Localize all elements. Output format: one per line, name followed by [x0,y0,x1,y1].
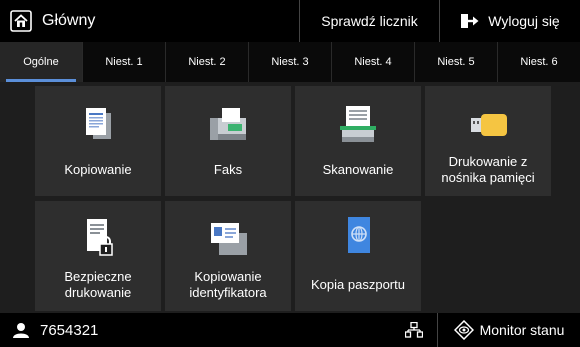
tab-label: Niest. 2 [188,56,226,68]
tab-custom-4[interactable]: Niest. 4 [332,42,415,82]
passport-copy-icon [348,217,370,253]
header-bar: Główny Sprawdź licznik Wyloguj się [0,0,580,42]
function-grid: Kopiowanie Faks Skanowanie Drukowanie z … [35,86,551,312]
tab-label: Ogólne [23,56,59,68]
tile-label: Kopiowanie identyfikatora [189,269,267,300]
tile-label: Kopiowanie [64,162,132,177]
page-title: Główny [42,12,96,29]
tab-label: Niest. 6 [520,56,558,68]
tab-custom-1[interactable]: Niest. 1 [83,42,166,82]
tile-passport-copy[interactable]: Kopia paszportu [295,201,421,311]
tile-fax[interactable]: Faks [165,86,291,196]
tile-copy[interactable]: Kopiowanie [35,86,161,196]
tile-secure-print[interactable]: Bezpieczne drukowanie [35,201,161,311]
home-button[interactable]: Główny [0,0,300,42]
usb-memory-icon [471,114,507,136]
logout-button[interactable]: Wyloguj się [440,0,580,42]
user-info: 7654321 [0,322,390,339]
tile-label: Skanowanie [322,162,394,177]
tile-label: Kopia paszportu [311,277,405,292]
id-card-copy-icon [211,223,247,255]
tile-id-card-copy[interactable]: Kopiowanie identyfikatora [165,201,291,311]
tab-custom-2[interactable]: Niest. 2 [166,42,249,82]
tab-bar: Ogólne Niest. 1 Niest. 2 Niest. 3 Niest.… [0,42,580,82]
status-monitor-label: Monitor stanu [479,322,565,338]
tile-scan[interactable]: Skanowanie [295,86,421,196]
network-status[interactable] [390,313,438,347]
tab-custom-5[interactable]: Niest. 5 [415,42,498,82]
status-monitor-button[interactable]: Monitor stanu [438,320,580,340]
tile-label: Faks [213,162,243,177]
logout-icon [461,14,479,28]
check-counter-button[interactable]: Sprawdź licznik [300,0,440,42]
status-monitor-icon [453,320,474,340]
fax-icon [210,108,246,140]
tab-custom-6[interactable]: Niest. 6 [498,42,580,82]
scan-icon [340,106,376,142]
tab-label: Niest. 5 [437,56,475,68]
tab-custom-3[interactable]: Niest. 3 [249,42,332,82]
tab-general[interactable]: Ogólne [0,42,83,82]
tile-memory-media-print[interactable]: Drukowanie z nośnika pamięci [425,86,551,196]
logout-label: Wyloguj się [488,13,560,29]
status-bar: 7654321 Monitor stanu [0,313,580,347]
home-icon [10,10,32,32]
tab-label: Niest. 1 [105,56,143,68]
secure-print-icon [87,219,113,256]
tab-label: Niest. 3 [271,56,309,68]
network-icon [404,322,423,338]
user-icon [13,323,29,338]
copy-icon [86,108,111,139]
user-id: 7654321 [40,321,99,339]
tile-label: Bezpieczne drukowanie [64,269,132,300]
tab-label: Niest. 4 [354,56,392,68]
tile-label: Drukowanie z nośnika pamięci [441,154,535,185]
check-counter-label: Sprawdź licznik [321,13,418,29]
